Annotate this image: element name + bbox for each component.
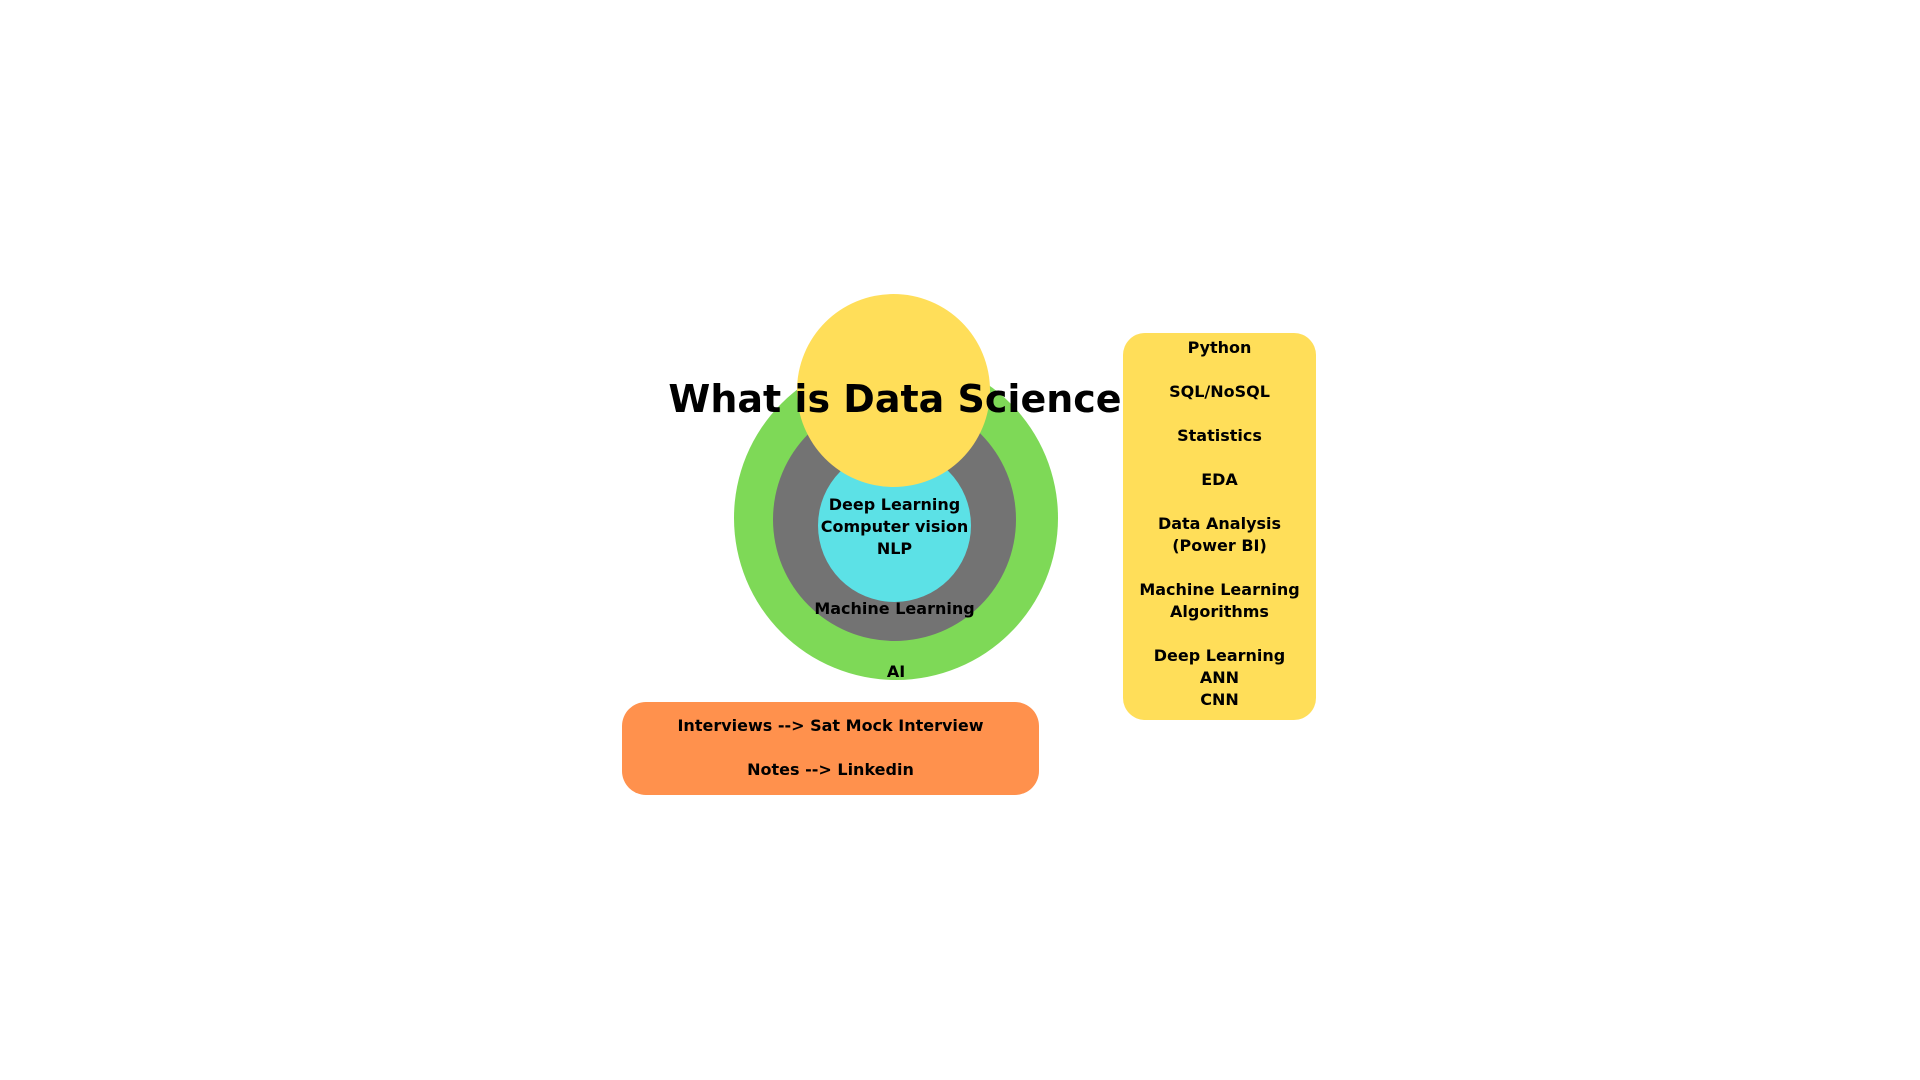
skills-list: Python SQL/NoSQL Statistics EDA Data Analysi… <box>1123 337 1316 733</box>
interviews-note: Interviews --> Sat Mock Interview <box>677 716 984 735</box>
diagram-canvas: What is Data Science Deep Learning Compu… <box>0 0 1920 1080</box>
skill-item: Deep Learning ANN CNN <box>1123 645 1316 711</box>
machine-learning-label: Machine Learning <box>814 599 975 618</box>
skill-item-line: SQL/NoSQL <box>1169 382 1270 401</box>
skill-item-line: ANN <box>1199 668 1240 687</box>
skill-item-line: EDA <box>1201 470 1238 489</box>
computer-vision-line: Computer vision <box>820 517 969 536</box>
skill-item: Python <box>1123 337 1316 359</box>
ai-label: AI <box>886 662 906 681</box>
skill-item-line: Statistics <box>1177 426 1262 445</box>
skills-box: Python SQL/NoSQL Statistics EDA Data Analysi… <box>1123 333 1316 720</box>
skill-item: Statistics <box>1123 425 1316 447</box>
skill-item-line: CNN <box>1200 690 1239 709</box>
linkedin-note: Notes --> Linkedin <box>747 760 914 779</box>
skill-item-line: Deep Learning <box>1153 646 1286 665</box>
skill-item-line: Machine Learning <box>1139 580 1300 599</box>
page-title: What is Data Science <box>668 377 1122 421</box>
skill-item: Data Analysis (Power BI) <box>1123 513 1316 557</box>
deep-learning-label: Deep Learning Computer vision NLP <box>818 494 971 560</box>
skill-item-line: (Power BI) <box>1172 536 1267 555</box>
skill-item: EDA <box>1123 469 1316 491</box>
skill-item-line: Data Analysis <box>1157 514 1282 533</box>
skill-item-line: Python <box>1187 338 1252 357</box>
nlp-line: NLP <box>876 539 913 558</box>
notes-box: Interviews --> Sat Mock Interview Notes … <box>622 702 1039 795</box>
skill-item: Machine Learning Algorithms <box>1123 579 1316 623</box>
skill-item-line: Algorithms <box>1170 602 1269 621</box>
deep-learning-line: Deep Learning <box>828 495 961 514</box>
skill-item: SQL/NoSQL <box>1123 381 1316 403</box>
